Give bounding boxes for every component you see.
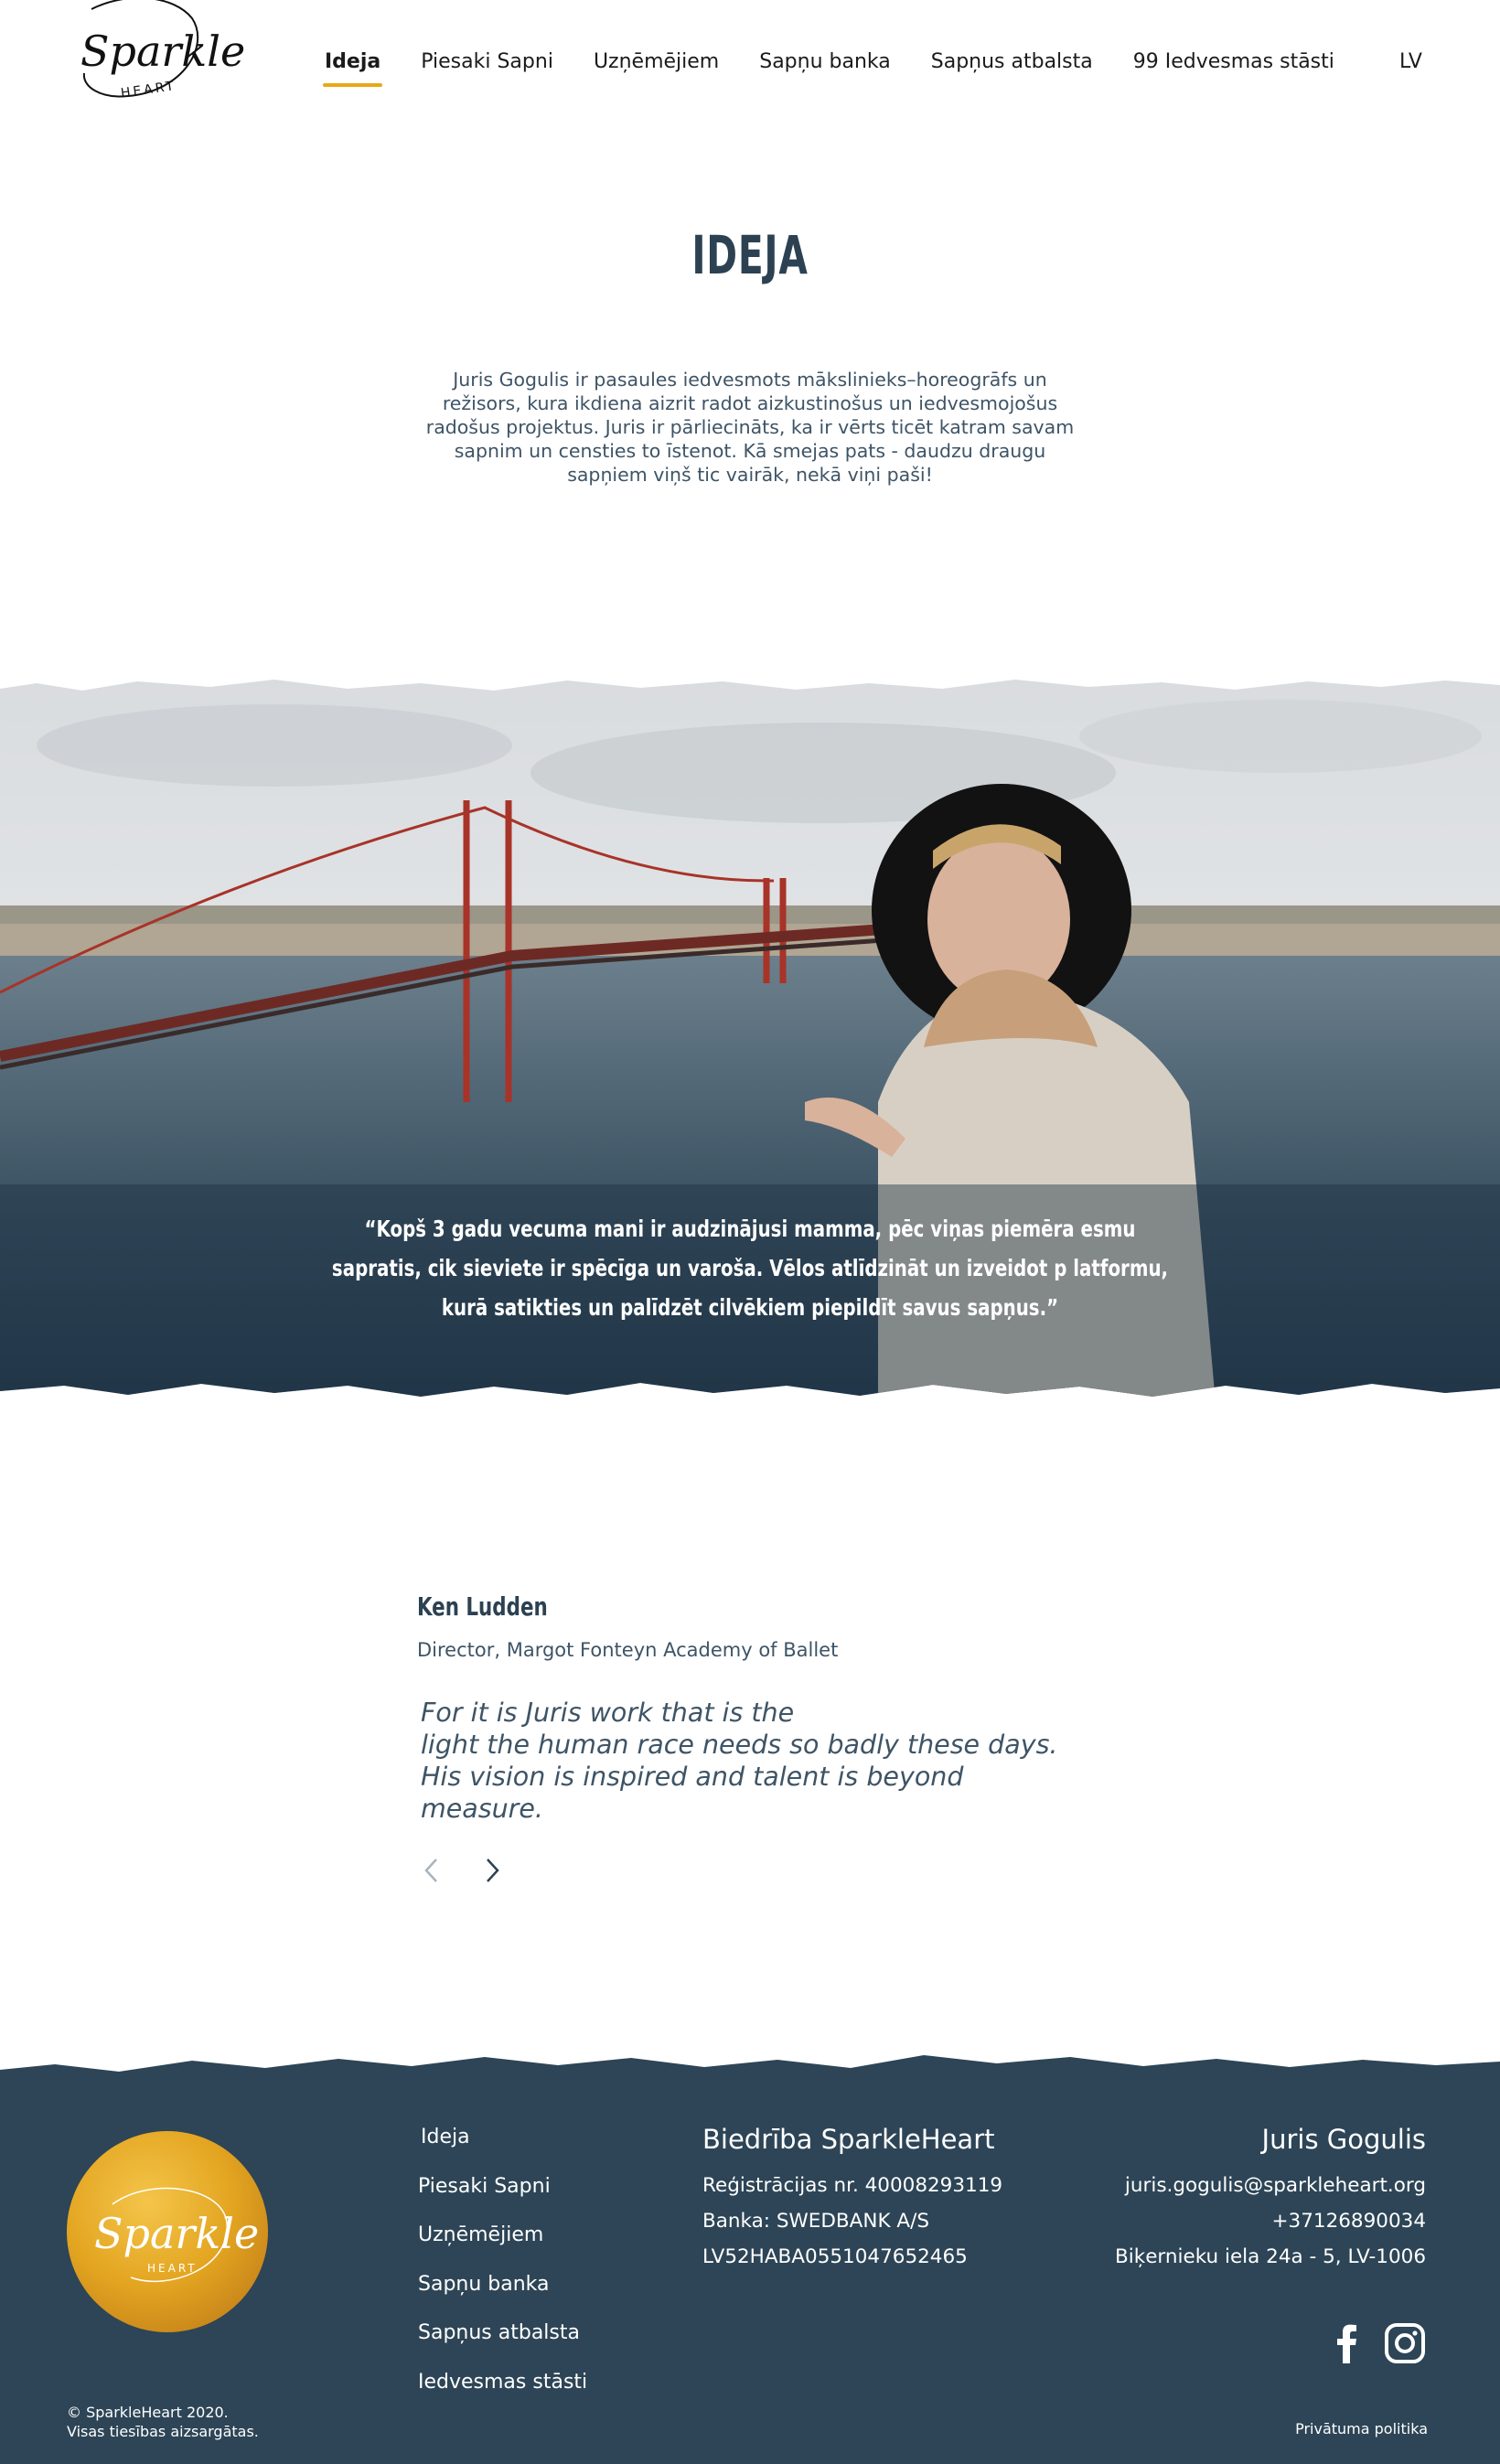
chevron-right-icon	[487, 1859, 499, 1882]
privacy-policy-link[interactable]: Privātuma politika	[1295, 2420, 1428, 2437]
footer-nav-uznemejiem[interactable]: Uzņēmējiem	[418, 2222, 587, 2271]
footer-logo-subtext: HEART	[147, 2262, 198, 2275]
facebook-icon[interactable]	[1325, 2321, 1369, 2365]
main-nav: Ideja Piesaki Sapni Uzņēmējiem Sapņu ban…	[322, 50, 1375, 87]
copyright: © SparkleHeart 2020. Visas tiesības aizs…	[67, 2403, 259, 2441]
chevron-left-icon	[424, 1859, 437, 1882]
testimonial-author-role: Director, Margot Fonteyn Academy of Ball…	[417, 1639, 839, 1661]
sparkleheart-logo[interactable]: Sparkle HEART	[64, 0, 247, 110]
carousel-prev-button[interactable]	[418, 1852, 445, 1889]
testimonial-author-name: Ken Ludden	[417, 1591, 548, 1622]
nav-item-sapnu-banka[interactable]: Sapņu banka	[759, 50, 891, 73]
logo-wordmark: Sparkle	[80, 27, 245, 76]
copyright-line-2: Visas tiesības aizsargātas.	[67, 2423, 259, 2440]
footer-nav: Ideja Piesaki Sapni Uzņēmējiem Sapņu ban…	[418, 2124, 587, 2417]
contact-phone[interactable]: +37126890034	[1115, 2203, 1426, 2239]
organization-title: Biedrība SparkleHeart	[702, 2124, 995, 2155]
nav-item-ideja[interactable]: Ideja	[322, 50, 383, 87]
logo-subtext: HEART	[120, 79, 177, 101]
footer-logo-wordmark: Sparkle	[94, 2209, 259, 2258]
contact-email[interactable]: juris.gogulis@sparkleheart.org	[1115, 2168, 1426, 2203]
contact-address: Biķernieku iela 24a - 5, LV-1006	[1115, 2245, 1426, 2268]
footer-logo[interactable]: Sparkle HEART	[67, 2131, 268, 2332]
footer-contact: Juris Gogulis juris.gogulis@sparkleheart…	[1115, 2124, 1426, 2275]
footer-nav-iedvesmas-stasti[interactable]: Iedvesmas stāsti	[418, 2369, 587, 2418]
idea-intro-text: Juris Gogulis ir pasaules iedvesmots māk…	[425, 369, 1075, 486]
carousel-next-button[interactable]	[478, 1852, 506, 1889]
testimonial-quote: For it is Juris work that is the light t…	[421, 1698, 1058, 1824]
nav-item-uznemejiem[interactable]: Uzņēmējiem	[594, 50, 719, 73]
copyright-line-1: © SparkleHeart 2020.	[67, 2404, 229, 2421]
hero-quote: “Kopš 3 gadu vecuma mani ir audzinājusi …	[331, 1216, 1169, 1321]
footer-nav-ideja[interactable]: Ideja	[421, 2124, 587, 2173]
instagram-icon[interactable]	[1383, 2321, 1429, 2365]
language-switcher[interactable]: LV	[1399, 50, 1422, 73]
nav-item-piesaki-sapni[interactable]: Piesaki Sapni	[421, 50, 553, 73]
bank-iban: LV52HABA0551047652465	[702, 2245, 968, 2268]
footer-nav-sapnus-atbalsta[interactable]: Sapņus atbalsta	[418, 2319, 587, 2369]
site-header: Sparkle HEART Ideja Piesaki Sapni Uzņēmē…	[0, 0, 1500, 128]
page-title: IDEJA	[691, 224, 809, 286]
footer-organization: Biedrība SparkleHeart Reģistrācijas nr. …	[702, 2124, 1002, 2275]
footer-nav-piesaki-sapni[interactable]: Piesaki Sapni	[418, 2173, 587, 2223]
nav-item-sapnus-atbalsta[interactable]: Sapņus atbalsta	[931, 50, 1093, 73]
footer-nav-sapnu-banka[interactable]: Sapņu banka	[418, 2271, 587, 2320]
contact-name: Juris Gogulis	[1261, 2124, 1426, 2155]
registration-number: Reģistrācijas nr. 40008293119	[702, 2174, 1003, 2197]
bank-name: Banka: SWEDBANK A/S	[702, 2210, 929, 2233]
nav-item-iedvesmas-stasti[interactable]: 99 Iedvesmas stāsti	[1133, 50, 1334, 73]
